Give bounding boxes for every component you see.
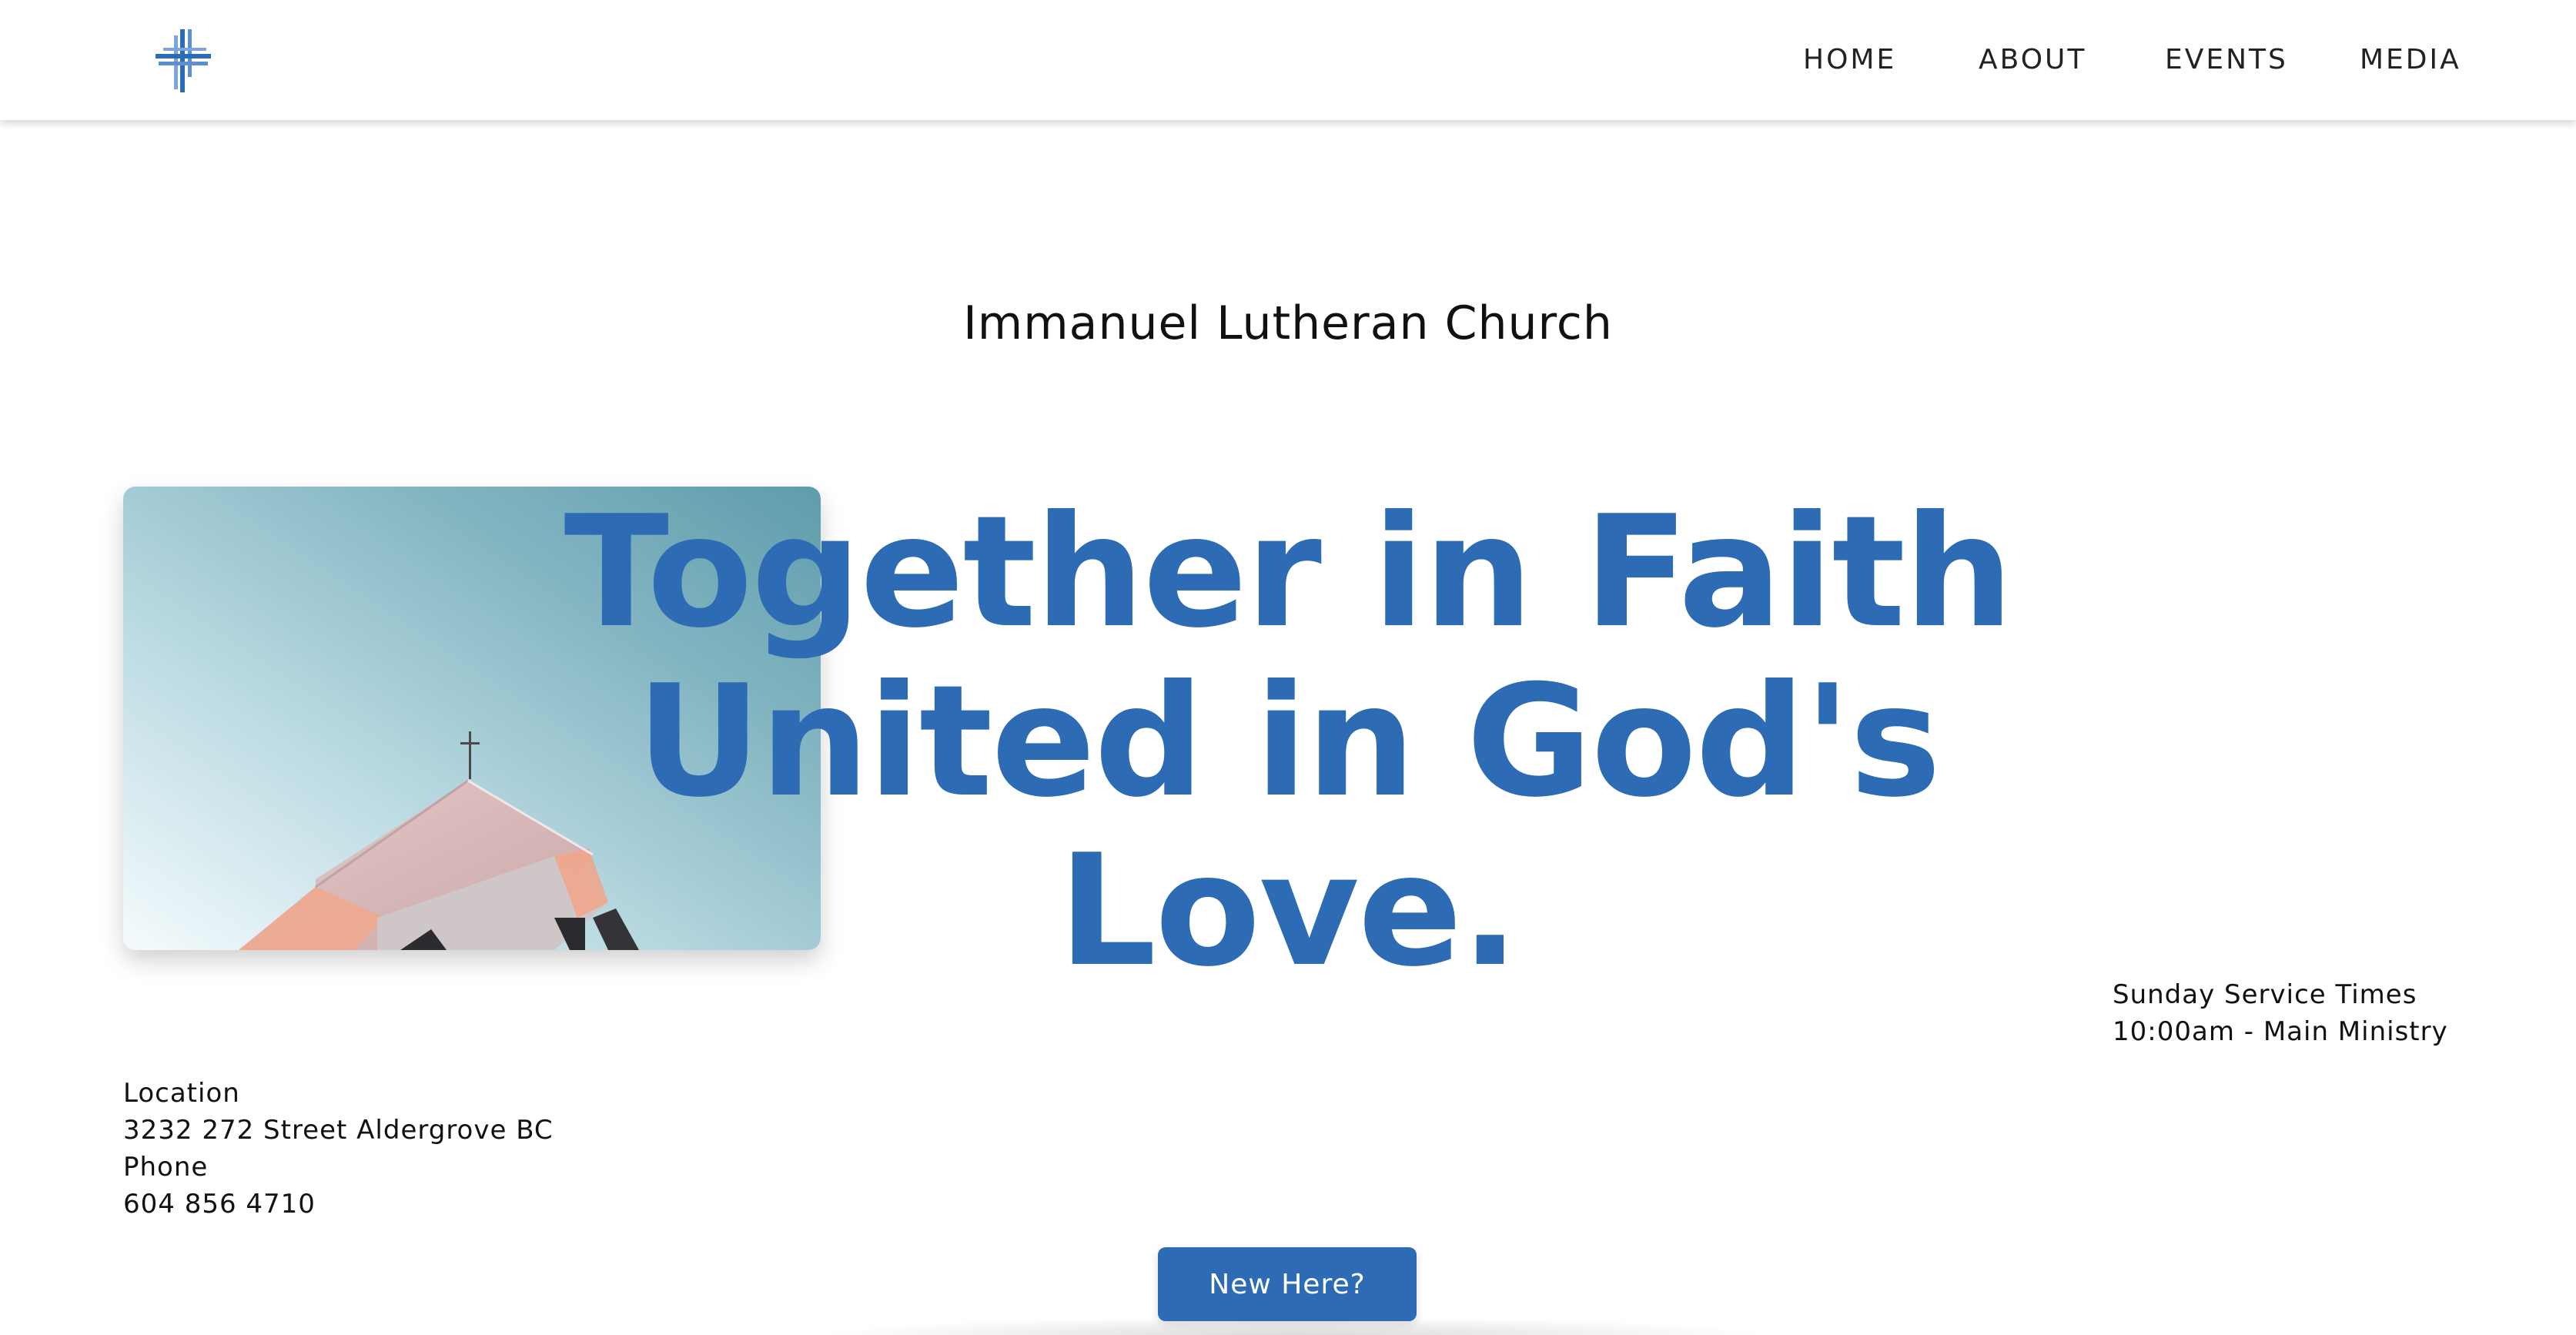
lutheran-cross-icon[interactable] bbox=[154, 28, 212, 94]
nav-events-link[interactable]: EVENTS bbox=[2165, 43, 2288, 77]
church-name: Immanuel Lutheran Church bbox=[963, 296, 1613, 350]
location-label: Location bbox=[123, 1078, 240, 1109]
nav-media-link[interactable]: MEDIA bbox=[2360, 43, 2461, 77]
top-navbar: HOME ABOUT EVENTS MEDIA bbox=[0, 0, 2576, 120]
service-time-main: 10:00am - Main Ministry bbox=[2113, 1016, 2448, 1047]
new-here-button[interactable]: New Here? bbox=[1158, 1247, 1417, 1321]
address-text: 3232 272 Street Aldergrove BC bbox=[123, 1115, 554, 1146]
hero-headline: Together in Faith United in God's Love. bbox=[0, 488, 2576, 996]
headline-line-2: United in God's bbox=[636, 652, 1942, 831]
nav-about-link[interactable]: ABOUT bbox=[1979, 43, 2086, 77]
headline-line-1: Together in Faith bbox=[564, 483, 2014, 662]
phone-number[interactable]: 604 856 4710 bbox=[123, 1186, 554, 1223]
contact-info: Location 3232 272 Street Aldergrove BC P… bbox=[123, 1075, 554, 1223]
phone-label: Phone bbox=[123, 1152, 209, 1183]
headline-line-3: Love. bbox=[1058, 821, 1520, 1001]
nav-home-link[interactable]: HOME bbox=[1803, 43, 1896, 77]
